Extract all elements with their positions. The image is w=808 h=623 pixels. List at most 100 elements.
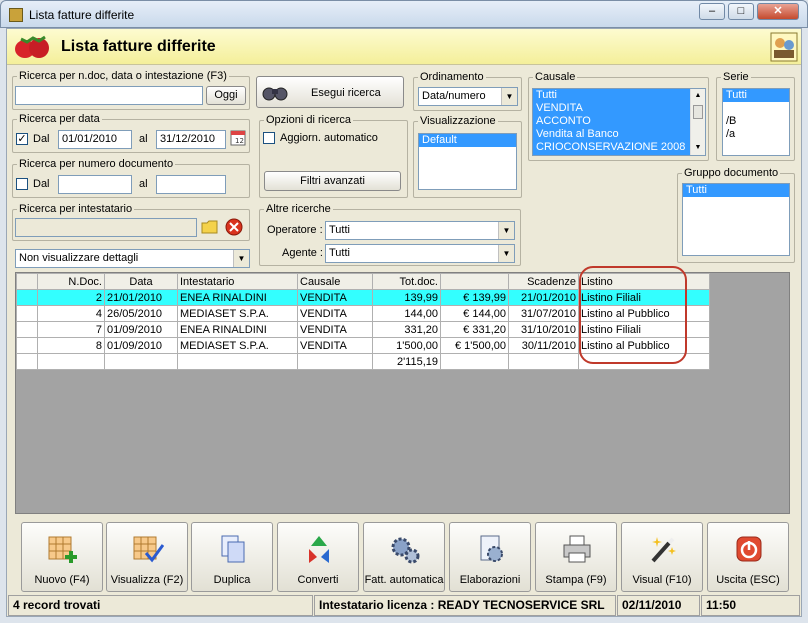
duplica-button[interactable]: Duplica — [191, 522, 273, 592]
elaborazioni-button[interactable]: Elaborazioni — [449, 522, 531, 592]
cell-totdoc: 139,99 — [372, 289, 441, 306]
list-item[interactable]: CRIOCONSERVAZIONE 2008 — [533, 141, 705, 154]
gears-icon — [391, 537, 420, 564]
calendar-icon[interactable]: 12 — [230, 129, 246, 146]
causale-list[interactable]: Tutti VENDITA ACCONTO Vendita al Banco C… — [532, 88, 706, 156]
fatt-automatica-button[interactable]: Fatt. automatica — [363, 522, 445, 592]
list-item[interactable]: VENDITA — [533, 102, 705, 115]
converti-button[interactable]: Converti — [277, 522, 359, 592]
causale-scrollbar[interactable]: ▲ ▼ — [690, 89, 705, 155]
cell-scadenza: 30/11/2010 — [508, 337, 579, 354]
col-data[interactable]: Data — [104, 273, 178, 290]
chevron-down-icon[interactable]: ▼ — [501, 88, 517, 105]
window-titlebar[interactable]: Lista fatture differite – □ ✕ — [0, 0, 808, 28]
ordinamento-legend: Ordinamento — [418, 71, 486, 83]
maximize-button[interactable]: □ — [728, 3, 754, 20]
uscita-button[interactable]: Uscita (ESC) — [707, 522, 789, 592]
aggiorn-checkbox[interactable] — [263, 132, 275, 144]
duplicate-icon — [221, 535, 245, 563]
aggiorn-label: Aggiorn. automatico — [280, 132, 378, 144]
number-from-input[interactable] — [58, 175, 132, 194]
serie-list[interactable]: Tutti /B /a — [722, 88, 790, 156]
list-item[interactable]: /B — [723, 115, 789, 128]
cell-importo: € 144,00 — [440, 305, 509, 322]
oggi-button[interactable]: Oggi — [206, 86, 246, 105]
list-item[interactable]: Vendita al Banco — [533, 128, 705, 141]
cell-intestatario: ENEA RINALDINI — [177, 289, 298, 306]
users-icon[interactable] — [770, 32, 798, 62]
folder-icon[interactable] — [201, 218, 219, 236]
chevron-down-icon[interactable]: ▼ — [498, 245, 514, 262]
chevron-down-icon[interactable]: ▼ — [498, 222, 514, 239]
total-empty — [37, 353, 105, 370]
col-totdoc[interactable]: Tot.doc. — [372, 273, 441, 290]
list-item[interactable]: Tutti — [533, 89, 705, 102]
intestatario-input[interactable] — [15, 218, 197, 237]
col-scadenze[interactable]: Scadenze — [508, 273, 579, 290]
cell-scadenza: 31/10/2010 — [508, 321, 579, 338]
status-records: 4 record trovati — [8, 595, 313, 616]
app-icon — [9, 8, 23, 22]
causale-legend: Causale — [533, 71, 578, 83]
esegui-ricerca-button[interactable]: Esegui ricerca — [256, 76, 404, 108]
col-importo[interactable] — [440, 273, 509, 290]
nuovo-button[interactable]: Nuovo (F4) — [21, 522, 103, 592]
list-item[interactable] — [723, 102, 789, 115]
cell-ndoc: 4 — [37, 305, 105, 322]
chevron-down-icon[interactable]: ▼ — [233, 250, 249, 267]
row-selector[interactable] — [16, 321, 38, 338]
number-to-input[interactable] — [156, 175, 226, 194]
date-from-input[interactable]: 01/01/2010 — [58, 130, 132, 149]
search-legend: Ricerca per n.doc, data o intestazione (… — [17, 70, 229, 82]
magic-wand-icon — [651, 537, 676, 563]
clear-icon[interactable] — [225, 218, 243, 236]
filtri-avanzati-button[interactable]: Filtri avanzati — [264, 171, 401, 191]
col-intestatario[interactable]: Intestatario — [177, 273, 298, 290]
options-legend: Opzioni di ricerca — [264, 114, 353, 126]
list-item[interactable]: Tutti — [683, 184, 789, 197]
list-item[interactable]: /a — [723, 128, 789, 141]
row-selector[interactable] — [16, 289, 38, 306]
agente-select[interactable]: Tutti ▼ — [325, 244, 515, 263]
total-empty — [177, 353, 298, 370]
visualizzazione-list[interactable]: Default — [418, 133, 517, 190]
list-item[interactable]: Default — [419, 134, 516, 147]
visualizza-button[interactable]: Visualizza (F2) — [106, 522, 188, 592]
cell-intestatario: MEDIASET S.P.A. — [177, 337, 298, 354]
cell-totdoc: 331,20 — [372, 321, 441, 338]
minimize-button[interactable]: – — [699, 3, 725, 20]
window-title: Lista fatture differite — [29, 8, 135, 22]
operatore-value: Tutti — [329, 224, 350, 236]
view-grid-icon — [133, 536, 164, 563]
details-select[interactable]: Non visualizzare dettagli ▼ — [15, 249, 250, 268]
cell-intestatario: MEDIASET S.P.A. — [177, 305, 298, 322]
col-ndoc[interactable]: N.Doc. — [37, 273, 105, 290]
row-selector[interactable] — [16, 337, 38, 354]
date-to-input[interactable]: 31/12/2010 — [156, 130, 226, 149]
duplica-label: Duplica — [213, 574, 251, 586]
close-button[interactable]: ✕ — [757, 3, 799, 20]
convert-icon — [309, 536, 329, 563]
list-item[interactable]: ACCONTO — [533, 115, 705, 128]
number-dal-checkbox[interactable] — [16, 178, 28, 190]
stampa-button[interactable]: Stampa (F9) — [535, 522, 617, 592]
list-item[interactable]: Tutti — [723, 89, 789, 102]
date-dal-label: Dal — [33, 133, 50, 145]
cell-data: 21/01/2010 — [104, 289, 178, 306]
visual-button[interactable]: Visual (F10) — [621, 522, 703, 592]
elaborazioni-label: Elaborazioni — [459, 574, 521, 586]
cell-totdoc: 144,00 — [372, 305, 441, 322]
row-selector[interactable] — [16, 305, 38, 322]
gruppo-list[interactable]: Tutti — [682, 183, 790, 256]
new-grid-icon — [48, 536, 77, 563]
cell-ndoc: 8 — [37, 337, 105, 354]
stampa-label: Stampa (F9) — [545, 574, 607, 586]
col-causale[interactable]: Causale — [297, 273, 373, 290]
cell-causale: VENDITA — [297, 337, 373, 354]
search-input[interactable] — [15, 86, 203, 105]
operatore-select[interactable]: Tutti ▼ — [325, 221, 515, 240]
ordinamento-select[interactable]: Data/numero ▼ — [418, 87, 518, 106]
svg-text:12: 12 — [235, 137, 244, 145]
strawberry-icon — [15, 35, 49, 58]
date-dal-checkbox[interactable]: ✓ — [16, 133, 28, 145]
